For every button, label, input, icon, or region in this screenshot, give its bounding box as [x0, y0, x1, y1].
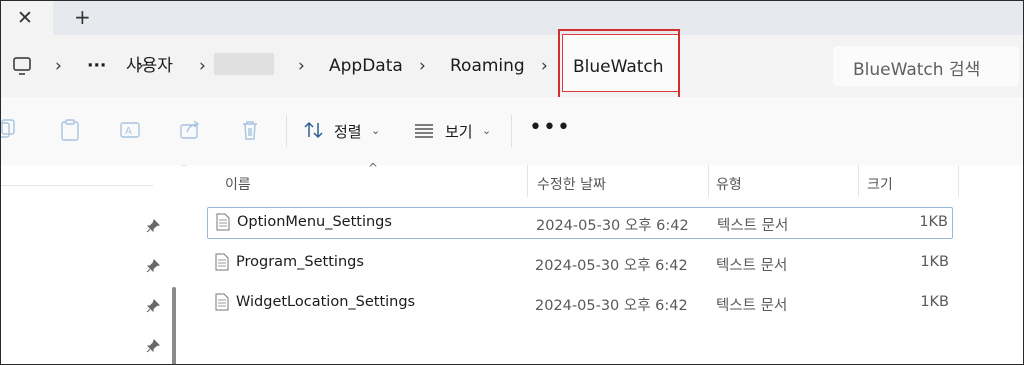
- command-bar: A 정렬 ⌄ 보기 ⌄ •••: [1, 97, 1023, 166]
- paste-icon[interactable]: [59, 119, 81, 141]
- share-icon[interactable]: [179, 119, 201, 141]
- breadcrumb-ellipsis[interactable]: ···: [87, 55, 106, 77]
- text-file-icon: [216, 213, 230, 231]
- breadcrumb-roaming[interactable]: Roaming: [450, 55, 525, 77]
- breadcrumb-appdata[interactable]: AppData: [329, 55, 403, 77]
- pin-icon[interactable]: [146, 259, 160, 273]
- navigation-pane: [1, 165, 181, 364]
- file-name: Program_Settings: [236, 254, 364, 270]
- file-name: WidgetLocation_Settings: [236, 294, 416, 310]
- chevron-down-icon[interactable]: ⌄: [482, 124, 491, 137]
- breadcrumb-users[interactable]: 사용자: [126, 55, 173, 77]
- column-header-type[interactable]: 유형: [716, 174, 742, 194]
- column-header-name[interactable]: 이름: [225, 174, 251, 194]
- table-row[interactable]: Program_Settings 2024-05-30 오후 6:42 텍스트 …: [207, 248, 953, 280]
- sort-button[interactable]: 정렬: [334, 121, 362, 142]
- close-tab-icon[interactable]: ✕: [17, 8, 33, 28]
- nav-separator: [1, 185, 153, 186]
- column-header-size[interactable]: 크기: [867, 174, 893, 194]
- svg-text:A: A: [125, 126, 132, 137]
- file-modified: 2024-05-30 오후 6:42: [535, 298, 688, 314]
- file-explorer-window: ✕ + › ··· › 사용자 › › AppData › Roaming › …: [0, 0, 1024, 365]
- more-options-button[interactable]: •••: [529, 115, 571, 140]
- file-list: ^ 이름 수정한 날짜 유형 크기 OptionMenu_Settings 20…: [187, 161, 1023, 364]
- pin-icon[interactable]: [146, 219, 160, 233]
- file-type: 텍스트 문서: [717, 218, 789, 234]
- chevron-right-icon[interactable]: ›: [298, 55, 305, 77]
- column-divider[interactable]: [858, 165, 859, 197]
- pin-icon[interactable]: [146, 339, 160, 353]
- search-placeholder: BlueWatch 검색: [853, 60, 981, 80]
- text-file-icon: [215, 253, 229, 271]
- text-file-icon: [215, 293, 229, 311]
- this-pc-icon[interactable]: [12, 55, 32, 77]
- tab-strip: ✕ +: [1, 1, 1023, 35]
- file-size: 1KB: [920, 294, 949, 310]
- file-modified: 2024-05-30 오후 6:42: [535, 258, 688, 274]
- address-bar: › ··· › 사용자 › › AppData › Roaming › Blue…: [1, 35, 1023, 97]
- chevron-right-icon[interactable]: ›: [541, 55, 548, 77]
- pin-icon[interactable]: [146, 299, 160, 313]
- sort-icon[interactable]: [303, 119, 325, 141]
- file-type: 텍스트 문서: [716, 298, 788, 314]
- table-row[interactable]: WidgetLocation_Settings 2024-05-30 오후 6:…: [207, 288, 953, 320]
- delete-icon[interactable]: [239, 119, 261, 141]
- view-icon[interactable]: [413, 119, 435, 141]
- breadcrumb-current[interactable]: BlueWatch: [573, 56, 664, 78]
- column-divider[interactable]: [527, 165, 528, 197]
- column-header-modified[interactable]: 수정한 날짜: [537, 174, 606, 194]
- copy-icon[interactable]: [1, 119, 23, 141]
- new-tab-icon[interactable]: +: [74, 6, 91, 28]
- active-tab[interactable]: ✕: [1, 1, 53, 35]
- file-name: OptionMenu_Settings: [237, 214, 392, 230]
- nav-scrollbar[interactable]: [172, 287, 176, 364]
- file-size: 1KB: [919, 214, 948, 230]
- divider: [511, 115, 512, 147]
- chevron-down-icon[interactable]: ⌄: [371, 124, 380, 137]
- file-modified: 2024-05-30 오후 6:42: [536, 218, 689, 234]
- column-divider[interactable]: [708, 165, 709, 197]
- view-button[interactable]: 보기: [445, 121, 473, 142]
- file-type: 텍스트 문서: [716, 258, 788, 274]
- sort-ascending-icon: ^: [368, 161, 379, 175]
- search-input[interactable]: BlueWatch 검색: [833, 46, 1019, 86]
- chevron-right-icon[interactable]: ›: [419, 55, 426, 77]
- rename-icon[interactable]: A: [119, 119, 141, 141]
- chevron-right-icon[interactable]: ›: [55, 55, 62, 77]
- divider: [286, 115, 287, 147]
- column-divider[interactable]: [958, 165, 959, 197]
- table-row[interactable]: OptionMenu_Settings 2024-05-30 오후 6:42 텍…: [207, 207, 953, 239]
- chevron-right-icon[interactable]: ›: [199, 55, 206, 77]
- file-size: 1KB: [920, 254, 949, 270]
- redacted-username[interactable]: [214, 53, 274, 75]
